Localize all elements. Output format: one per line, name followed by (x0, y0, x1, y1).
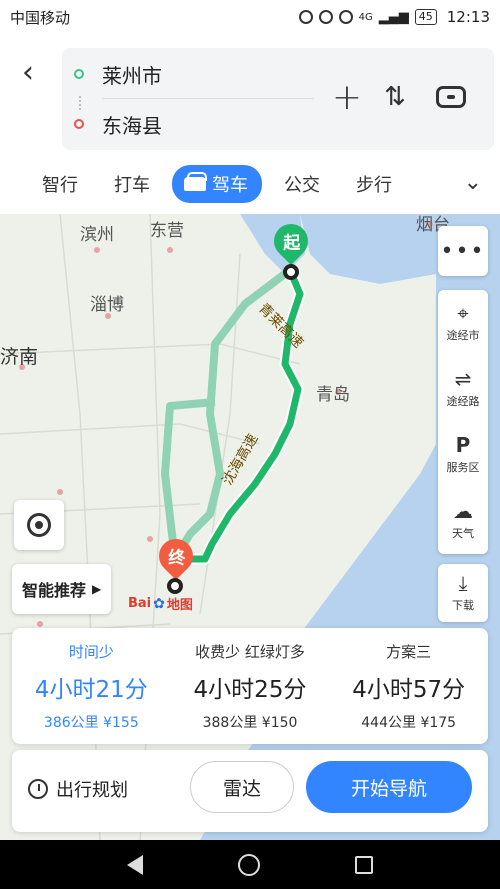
tab-drive[interactable]: 驾车 (172, 165, 262, 203)
parking-icon: P (455, 433, 471, 457)
route-option-3[interactable]: 方案三 4小时57分 444公里 ¥175 (329, 628, 488, 744)
via-city-button[interactable]: ⌖ 途经市 (438, 290, 488, 356)
start-point-row[interactable]: 莱州市 (74, 52, 162, 96)
cloud-icon: ☁ (453, 499, 473, 523)
car-settings-button[interactable] (432, 78, 470, 116)
paw-icon: ✿ (153, 595, 165, 612)
map-view[interactable]: 青莱高速 沈海高速 滨州 东营 烟台 淄博 济南 青岛 起 终 Bai ✿ 地图 •… (0, 214, 500, 840)
signal-icon: ▂▄▆ (378, 9, 409, 25)
route-input-box: 莱州市 东海县 + ⇅ (62, 48, 494, 150)
download-icon: ⤓ (458, 571, 468, 595)
end-point: 东海县 (102, 113, 162, 138)
locate-icon (27, 513, 51, 537)
clock-icon (28, 779, 48, 799)
triangle-right-icon: ▶ (92, 582, 102, 596)
route-option-2[interactable]: 收费少 红绿灯多 4小时25分 388公里 ¥150 (171, 628, 330, 744)
tab-taxi[interactable]: 打车 (100, 165, 164, 203)
route-tools-panel: ⌖ 途经市 ⇌ 途经路 P 服务区 ☁ 天气 (438, 290, 488, 554)
transport-mode-tabs: 智行 打车 驾车 公交 步行 ⌄ (0, 158, 500, 210)
tab-smart[interactable]: 智行 (28, 165, 92, 203)
route-icon: ⇌ (454, 367, 472, 391)
city-binzhou: 滨州 (80, 225, 114, 245)
eye-icon (338, 10, 353, 24)
locate-button[interactable] (14, 500, 64, 550)
route-options: 时间少 4小时21分 386公里 ¥155 收费少 红绿灯多 4小时25分 38… (12, 628, 488, 744)
pin-icon: ⌖ (457, 301, 469, 325)
trip-plan-button[interactable]: 出行规划 (28, 776, 128, 802)
clock-time: 12:13 (446, 8, 490, 26)
carrier-name: 中国移动 (10, 8, 71, 27)
alarm-icon (318, 10, 333, 24)
end-dot-icon (74, 119, 84, 129)
more-icon: ••• (440, 238, 486, 264)
tab-walk[interactable]: 步行 (342, 165, 406, 203)
chevron-left-icon: ‹ (22, 55, 34, 90)
more-tools-button[interactable]: ••• (438, 226, 488, 276)
end-pin-base (167, 578, 183, 594)
weather-button[interactable]: ☁ 天气 (438, 488, 488, 554)
battery-icon: 45 (414, 9, 437, 25)
swap-button[interactable]: ⇅ (376, 78, 414, 116)
end-point-row[interactable]: 东海县 (74, 102, 162, 146)
tab-transit[interactable]: 公交 (270, 165, 334, 203)
divider (102, 98, 314, 99)
city-qingdao: 青岛 (316, 385, 350, 405)
smart-recommend-button[interactable]: 智能推荐 ▶ (12, 564, 112, 614)
status-bar: 中国移动 4G ▂▄▆ 45 12:13 (0, 0, 500, 34)
route-header: ‹ 莱州市 东海县 + ⇅ (0, 34, 500, 158)
action-bar: 出行规划 雷达 开始导航 (12, 750, 488, 832)
city-zibo: 淄博 (90, 295, 124, 315)
tab-drive-label: 驾车 (212, 175, 248, 196)
start-dot-icon (74, 69, 84, 79)
via-road-button[interactable]: ⇌ 途经路 (438, 356, 488, 422)
swap-icon: ⇅ (384, 82, 406, 112)
add-waypoint-button[interactable]: + (328, 76, 366, 118)
radar-button[interactable]: 雷达 (190, 761, 294, 813)
system-nav-bar (0, 840, 500, 889)
car-settings-icon (436, 86, 466, 108)
city-jinan: 济南 (0, 346, 39, 368)
start-pin-base (283, 264, 299, 280)
back-button[interactable]: ‹ (22, 58, 34, 88)
network-type: 4G (358, 11, 373, 23)
more-modes-button[interactable]: ⌄ (464, 170, 482, 195)
nav-recent-icon[interactable] (354, 855, 373, 874)
baidu-map-logo: Bai ✿ 地图 (128, 595, 193, 614)
location-status-icon (298, 10, 313, 24)
nav-home-icon[interactable] (237, 853, 260, 876)
service-area-button[interactable]: P 服务区 (438, 422, 488, 488)
city-dongying: 东营 (150, 221, 184, 241)
start-navigation-button[interactable]: 开始导航 (306, 761, 472, 813)
chevron-down-icon: ⌄ (463, 170, 482, 195)
map-canvas: 青莱高速 沈海高速 (0, 214, 500, 840)
download-button[interactable]: ⤓ 下载 (438, 564, 488, 622)
start-point: 莱州市 (102, 63, 162, 88)
car-icon (184, 172, 207, 191)
route-option-1[interactable]: 时间少 4小时21分 386公里 ¥155 (12, 628, 171, 744)
plus-icon: + (331, 76, 363, 118)
nav-back-icon[interactable] (127, 854, 144, 875)
